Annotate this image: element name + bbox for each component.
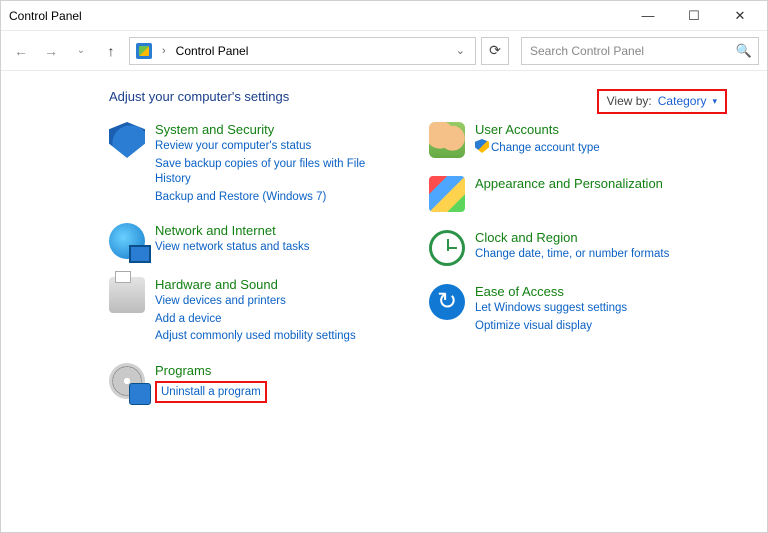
address-chevron-icon: › bbox=[158, 45, 170, 57]
ease-icon bbox=[429, 284, 465, 320]
titlebar: Control Panel — ☐ ✕ bbox=[1, 1, 767, 31]
category-title[interactable]: User Accounts bbox=[475, 122, 600, 137]
window-controls: — ☐ ✕ bbox=[625, 1, 763, 31]
appearance-icon bbox=[429, 176, 465, 212]
category-title[interactable]: Clock and Region bbox=[475, 230, 669, 245]
category-title[interactable]: Programs bbox=[155, 363, 267, 378]
category-hardware-and-sound: Hardware and Sound View devices and print… bbox=[109, 277, 389, 345]
highlight-box: Uninstall a program bbox=[155, 381, 267, 404]
category-link[interactable]: View network status and tasks bbox=[155, 240, 309, 256]
printer-icon bbox=[109, 277, 145, 313]
category-ease-of-access: Ease of Access Let Windows suggest settin… bbox=[429, 284, 709, 334]
address-dropdown-icon[interactable]: ⌄ bbox=[452, 44, 469, 57]
category-link[interactable]: Save backup copies of your files with Fi… bbox=[155, 157, 389, 188]
address-text: Control Panel bbox=[176, 44, 446, 58]
search-box[interactable]: 🔍 bbox=[521, 37, 759, 65]
category-body: User Accounts Change account type bbox=[475, 122, 600, 158]
body: Adjust your computer's settings View by:… bbox=[1, 71, 767, 532]
category-link[interactable]: Change date, time, or number formats bbox=[475, 247, 669, 263]
category-title[interactable]: Network and Internet bbox=[155, 223, 309, 238]
category-link[interactable]: Optimize visual display bbox=[475, 319, 627, 335]
maximize-button[interactable]: ☐ bbox=[671, 1, 717, 31]
users-icon bbox=[429, 122, 465, 158]
category-link[interactable]: Adjust commonly used mobility settings bbox=[155, 329, 356, 345]
category-programs: Programs Uninstall a program bbox=[109, 363, 389, 404]
refresh-button[interactable]: ⟳ bbox=[481, 37, 509, 65]
recent-dropdown[interactable]: ⌄ bbox=[69, 39, 93, 63]
up-button[interactable]: ↑ bbox=[99, 39, 123, 63]
right-column: User Accounts Change account type Appearan… bbox=[429, 122, 709, 403]
category-clock-and-region: Clock and Region Change date, time, or nu… bbox=[429, 230, 709, 266]
clock-icon bbox=[429, 230, 465, 266]
minimize-button[interactable]: — bbox=[625, 1, 671, 31]
category-body: System and Security Review your computer'… bbox=[155, 122, 389, 205]
category-link[interactable]: Backup and Restore (Windows 7) bbox=[155, 190, 389, 206]
address-bar[interactable]: › Control Panel ⌄ bbox=[129, 37, 476, 65]
category-user-accounts: User Accounts Change account type bbox=[429, 122, 709, 158]
view-by-control[interactable]: View by: Category ▾ bbox=[597, 89, 727, 114]
back-button[interactable]: ← bbox=[9, 39, 33, 63]
category-title[interactable]: Hardware and Sound bbox=[155, 277, 356, 292]
category-body: Hardware and Sound View devices and print… bbox=[155, 277, 356, 345]
close-button[interactable]: ✕ bbox=[717, 1, 763, 31]
control-panel-window: Control Panel — ☐ ✕ ← → ⌄ ↑ › Control Pa… bbox=[0, 0, 768, 533]
category-body: Appearance and Personalization bbox=[475, 176, 663, 212]
left-column: System and Security Review your computer'… bbox=[109, 122, 389, 403]
category-link[interactable]: Change account type bbox=[475, 139, 600, 157]
forward-button[interactable]: → bbox=[39, 39, 63, 63]
view-by-value: Category bbox=[658, 94, 707, 108]
category-link[interactable]: Let Windows suggest settings bbox=[475, 301, 627, 317]
search-input[interactable] bbox=[528, 43, 736, 59]
category-appearance-and-personalization: Appearance and Personalization bbox=[429, 176, 709, 212]
view-by-label: View by: bbox=[607, 94, 652, 108]
category-body: Programs Uninstall a program bbox=[155, 363, 267, 404]
category-title[interactable]: Ease of Access bbox=[475, 284, 627, 299]
uac-shield-icon bbox=[475, 139, 489, 153]
navbar: ← → ⌄ ↑ › Control Panel ⌄ ⟳ 🔍 bbox=[1, 31, 767, 71]
category-body: Ease of Access Let Windows suggest settin… bbox=[475, 284, 627, 334]
category-body: Network and Internet View network status … bbox=[155, 223, 309, 259]
category-link[interactable]: Review your computer's status bbox=[155, 139, 389, 155]
category-system-and-security: System and Security Review your computer'… bbox=[109, 122, 389, 205]
category-link[interactable]: Uninstall a program bbox=[161, 386, 261, 398]
globe-icon bbox=[109, 223, 145, 259]
category-columns: System and Security Review your computer'… bbox=[109, 122, 727, 403]
control-panel-icon bbox=[136, 43, 152, 59]
disc-icon bbox=[109, 363, 145, 399]
category-link[interactable]: Add a device bbox=[155, 312, 356, 328]
category-title[interactable]: Appearance and Personalization bbox=[475, 176, 663, 191]
search-icon[interactable]: 🔍 bbox=[736, 43, 752, 59]
category-body: Clock and Region Change date, time, or nu… bbox=[475, 230, 669, 266]
category-network-and-internet: Network and Internet View network status … bbox=[109, 223, 389, 259]
category-link[interactable]: View devices and printers bbox=[155, 294, 356, 310]
category-title[interactable]: System and Security bbox=[155, 122, 389, 137]
chevron-down-icon: ▾ bbox=[712, 96, 717, 107]
shield-icon bbox=[109, 122, 145, 158]
window-title: Control Panel bbox=[9, 9, 82, 23]
